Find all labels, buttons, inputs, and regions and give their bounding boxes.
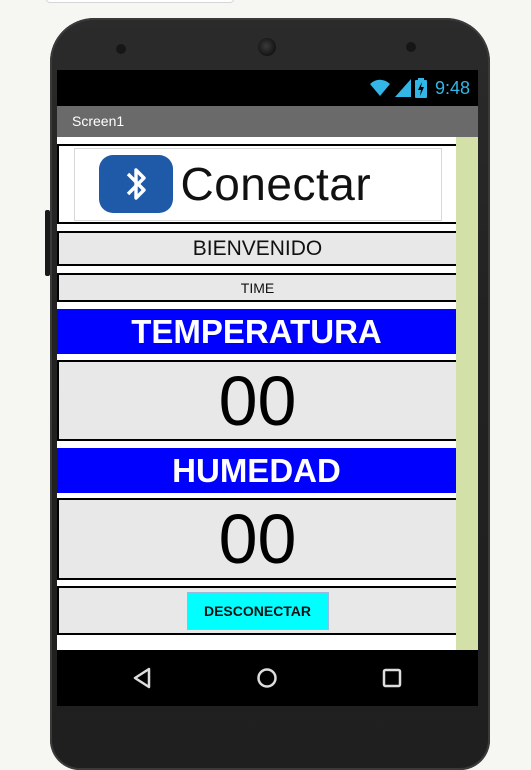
temperature-header-label: TEMPERATURA [131,312,382,350]
disconnect-row: DESCONECTAR [57,586,456,635]
power-button [45,210,50,276]
time-label: TIME [240,279,275,296]
disconnect-button[interactable]: DESCONECTAR [186,591,329,630]
time-row: TIME [57,273,456,302]
connect-label: Conectar [180,158,372,210]
screen-title: Screen1 [72,113,125,129]
signal-icon [394,79,411,97]
bluetooth-icon [98,155,173,213]
scroll-strip [456,137,478,650]
earpiece-speaker [258,38,276,56]
back-icon[interactable] [129,664,157,692]
front-sensor [116,44,126,54]
app-title-bar: Screen1 [57,106,478,137]
status-icons: 9:48 [369,76,470,100]
temperature-value-row: 00 [57,360,456,441]
connect-button[interactable]: Conectar [73,147,442,221]
connect-row: Conectar [57,144,456,224]
recents-icon[interactable] [378,664,406,692]
front-camera [406,42,416,52]
status-bar: 9:48 [57,70,478,106]
android-nav-bar [57,650,478,706]
welcome-row: BIENVENIDO [57,231,456,266]
phone-screen: 9:48 Screen1 Conectar BIENVENIDO TIME TE [57,70,478,706]
humidity-value-row: 00 [57,498,456,580]
home-icon[interactable] [253,664,281,692]
temperature-value: 00 [218,361,297,440]
humidity-value: 00 [218,500,297,578]
welcome-text: BIENVENIDO [192,236,323,260]
wifi-icon [369,79,390,96]
temperature-header: TEMPERATURA [57,309,456,354]
status-clock: 9:48 [434,77,470,98]
humidity-header-label: HUMEDAD [172,451,341,489]
humidity-header: HUMEDAD [57,448,456,493]
battery-charging-icon [414,78,427,98]
app-content: Conectar BIENVENIDO TIME TEMPERATURA 00 … [57,137,478,650]
browser-tab-edge [46,0,234,3]
